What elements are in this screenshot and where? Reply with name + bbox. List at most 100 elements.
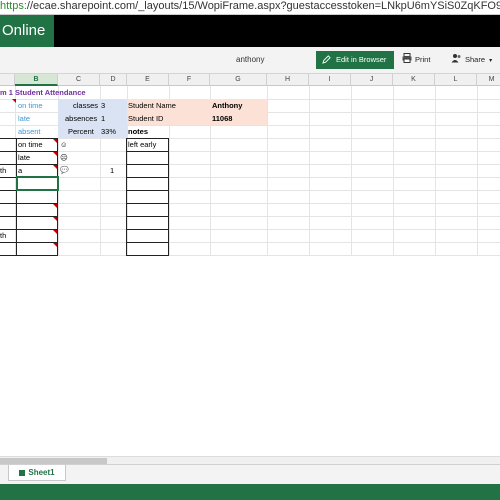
url-scheme: https: (0, 0, 27, 12)
sheet-tab-bar: Sheet1 (0, 464, 500, 485)
percent-label: Percent (68, 127, 94, 136)
column-header-k[interactable]: K (393, 74, 435, 86)
classes-value: 3 (101, 101, 106, 110)
column-header-f[interactable]: F (169, 74, 210, 86)
gridline (0, 164, 500, 165)
gridline (267, 86, 268, 256)
sheet-title: m 1 Student Attendance (0, 88, 86, 97)
attendance-cell[interactable]: on time (18, 138, 43, 151)
gridline (0, 229, 500, 230)
student-name-label: Student Name (128, 101, 176, 110)
edit-in-browser-label: Edit in Browser (336, 55, 387, 64)
comment-indicator (53, 204, 57, 208)
table-border (0, 229, 58, 230)
column-header-e[interactable]: E (127, 74, 169, 86)
gridline (0, 190, 500, 191)
comment-indicator (53, 152, 57, 156)
comment-indicator (53, 217, 57, 221)
column-header-l[interactable]: L (435, 74, 477, 86)
table-border (0, 203, 58, 204)
gridline (0, 138, 500, 139)
sheet-icon (19, 470, 26, 476)
table-border (0, 164, 58, 165)
notes-label: notes (128, 127, 149, 136)
gridline (435, 86, 436, 256)
comment-indicator (53, 243, 57, 247)
table-border (126, 138, 127, 255)
gridline (0, 177, 500, 178)
smiley-icon: ☺ (60, 140, 68, 149)
absence-count-cell: 1 (110, 166, 115, 175)
notes-cell[interactable]: left early (128, 138, 156, 151)
percent-value: 33% (101, 127, 117, 136)
chevron-down-icon: ▾ (489, 58, 493, 64)
table-border (126, 190, 169, 191)
column-header-c[interactable]: C (58, 74, 100, 86)
printer-icon (402, 53, 412, 63)
attendance-cell[interactable]: late (18, 151, 30, 164)
status-bar (0, 484, 500, 500)
share-label: Share (465, 55, 486, 64)
column-header-h[interactable]: H (267, 74, 309, 86)
gridline (0, 242, 500, 243)
gridline (351, 86, 352, 256)
app-title-bar: Online (0, 15, 500, 47)
column-header-j[interactable]: J (351, 74, 393, 86)
table-border (0, 255, 58, 256)
selected-cell[interactable] (16, 176, 59, 191)
gridline (0, 255, 500, 256)
absences-label: absences (65, 114, 98, 123)
comment-indicator (53, 230, 57, 234)
table-border (0, 216, 58, 217)
gridline (309, 86, 310, 256)
column-header-d[interactable]: D (100, 74, 127, 86)
table-border (126, 177, 169, 178)
table-border (126, 151, 169, 152)
url-text: //ecae.sharepoint.com/_layouts/15/WopiFr… (26, 0, 500, 12)
people-icon (451, 54, 461, 63)
gridline (0, 151, 500, 152)
table-border (57, 138, 58, 255)
print-button[interactable]: Print (402, 53, 430, 67)
share-button[interactable]: Share ▾ (451, 53, 492, 67)
legend-on-time: on time (18, 101, 43, 110)
column-header-m[interactable]: M (477, 74, 500, 86)
table-border (126, 242, 169, 243)
table-border (126, 203, 169, 204)
row-label-cell: th (0, 166, 7, 175)
spreadsheet-grid[interactable]: B C D E F G H I J K L M m 1 Student Atte… (0, 74, 500, 456)
table-border (0, 242, 58, 243)
column-header-g[interactable]: G (210, 74, 267, 86)
legend-absent: absent (18, 127, 41, 136)
edit-in-browser-button[interactable]: Edit in Browser (316, 51, 394, 69)
comment-indicator (53, 139, 57, 143)
absences-value: 1 (101, 114, 106, 123)
pencil-icon (322, 55, 331, 64)
student-id-value: 11068 (212, 114, 233, 123)
classes-label: classes (73, 101, 99, 110)
column-header-b[interactable]: B (15, 74, 58, 86)
table-border (126, 255, 169, 256)
table-border (168, 138, 169, 255)
comment-icon[interactable]: 💬 (60, 164, 69, 177)
address-bar[interactable]: https://ecae.sharepoint.com/_layouts/15/… (0, 0, 500, 15)
comment-indicator (12, 99, 16, 103)
student-name-value: Anthony (212, 101, 243, 110)
gridline (0, 203, 500, 204)
row-label-cell: th (0, 231, 7, 240)
table-border (126, 164, 169, 165)
gridline (477, 86, 478, 256)
gridline (0, 216, 500, 217)
app-title: Online (0, 15, 54, 47)
tab-label: Sheet1 (28, 468, 55, 477)
table-border (126, 216, 169, 217)
comment-indicator (53, 165, 57, 169)
student-id-label: Student ID (128, 114, 164, 123)
workbook-owner: anthony (236, 55, 265, 64)
legend-late: late (18, 114, 31, 123)
column-header-a[interactable] (0, 74, 15, 86)
gridline (393, 86, 394, 256)
frown-icon: ☹ (60, 153, 68, 162)
column-header-i[interactable]: I (309, 74, 351, 86)
tab-sheet1[interactable]: Sheet1 (8, 465, 66, 481)
